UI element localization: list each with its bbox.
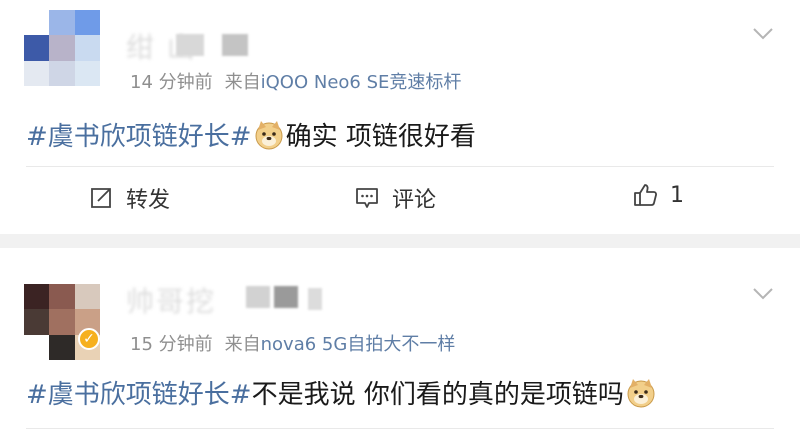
repost-label: 转发 bbox=[126, 188, 171, 213]
post-card-2: ✓ 帅哥挖 15 分钟前 来自nova6 5G自拍大不一样 #虞书欣项链好长#不是… bbox=[0, 248, 800, 433]
comment-button[interactable]: 评论 bbox=[354, 182, 436, 214]
comment-icon bbox=[356, 188, 378, 208]
chevron-down-icon[interactable] bbox=[752, 282, 774, 304]
comment-label: 评论 bbox=[392, 188, 437, 213]
repost-button[interactable]: 转发 bbox=[88, 182, 170, 214]
post-meta: 14 分钟前 来自iQOO Neo6 SE竞速标杆 bbox=[130, 68, 461, 94]
username-redaction bbox=[274, 286, 298, 308]
chevron-down-icon[interactable] bbox=[752, 22, 774, 44]
doge-emoji-icon bbox=[627, 379, 655, 408]
hashtag-link[interactable]: #虞书欣项链好长# bbox=[26, 380, 252, 410]
like-button[interactable]: 1 bbox=[632, 182, 684, 208]
username-redaction bbox=[246, 286, 270, 308]
hashtag-link[interactable]: #虞书欣项链好长# bbox=[26, 122, 252, 152]
post-text: 不是我说 你们看的真的是项链吗 bbox=[251, 380, 624, 410]
avatar[interactable] bbox=[24, 10, 100, 86]
post-time: 14 分钟前 bbox=[130, 72, 213, 93]
username-redaction bbox=[176, 34, 204, 56]
like-count: 1 bbox=[670, 182, 684, 208]
card-separator bbox=[0, 234, 800, 248]
like-icon bbox=[634, 184, 657, 206]
post-source[interactable]: nova6 5G自拍大不一样 bbox=[261, 334, 456, 355]
source-prefix: 来自 bbox=[224, 334, 261, 355]
post-text: 确实 项链很好看 bbox=[285, 122, 476, 152]
doge-emoji-icon bbox=[255, 121, 283, 150]
divider bbox=[26, 428, 774, 429]
post-meta: 15 分钟前 来自nova6 5G自拍大不一样 bbox=[130, 330, 455, 356]
post-time: 15 分钟前 bbox=[130, 334, 213, 355]
post-card-1: 绀 山 14 分钟前 来自iQOO Neo6 SE竞速标杆 #虞书欣项链好长# 确… bbox=[0, 0, 800, 234]
username[interactable]: 帅哥挖 bbox=[126, 280, 216, 320]
post-content: #虞书欣项链好长# 确实 项链很好看 bbox=[26, 116, 476, 153]
username-redaction bbox=[222, 34, 248, 56]
avatar-mosaic bbox=[24, 10, 100, 86]
username-redaction bbox=[308, 288, 322, 310]
post-source[interactable]: iQOO Neo6 SE竞速标杆 bbox=[261, 72, 462, 93]
divider bbox=[26, 166, 774, 167]
source-prefix: 来自 bbox=[224, 72, 261, 93]
verified-badge-icon: ✓ bbox=[78, 328, 100, 350]
repost-icon bbox=[91, 188, 111, 208]
post-content: #虞书欣项链好长#不是我说 你们看的真的是项链吗 bbox=[26, 374, 658, 411]
